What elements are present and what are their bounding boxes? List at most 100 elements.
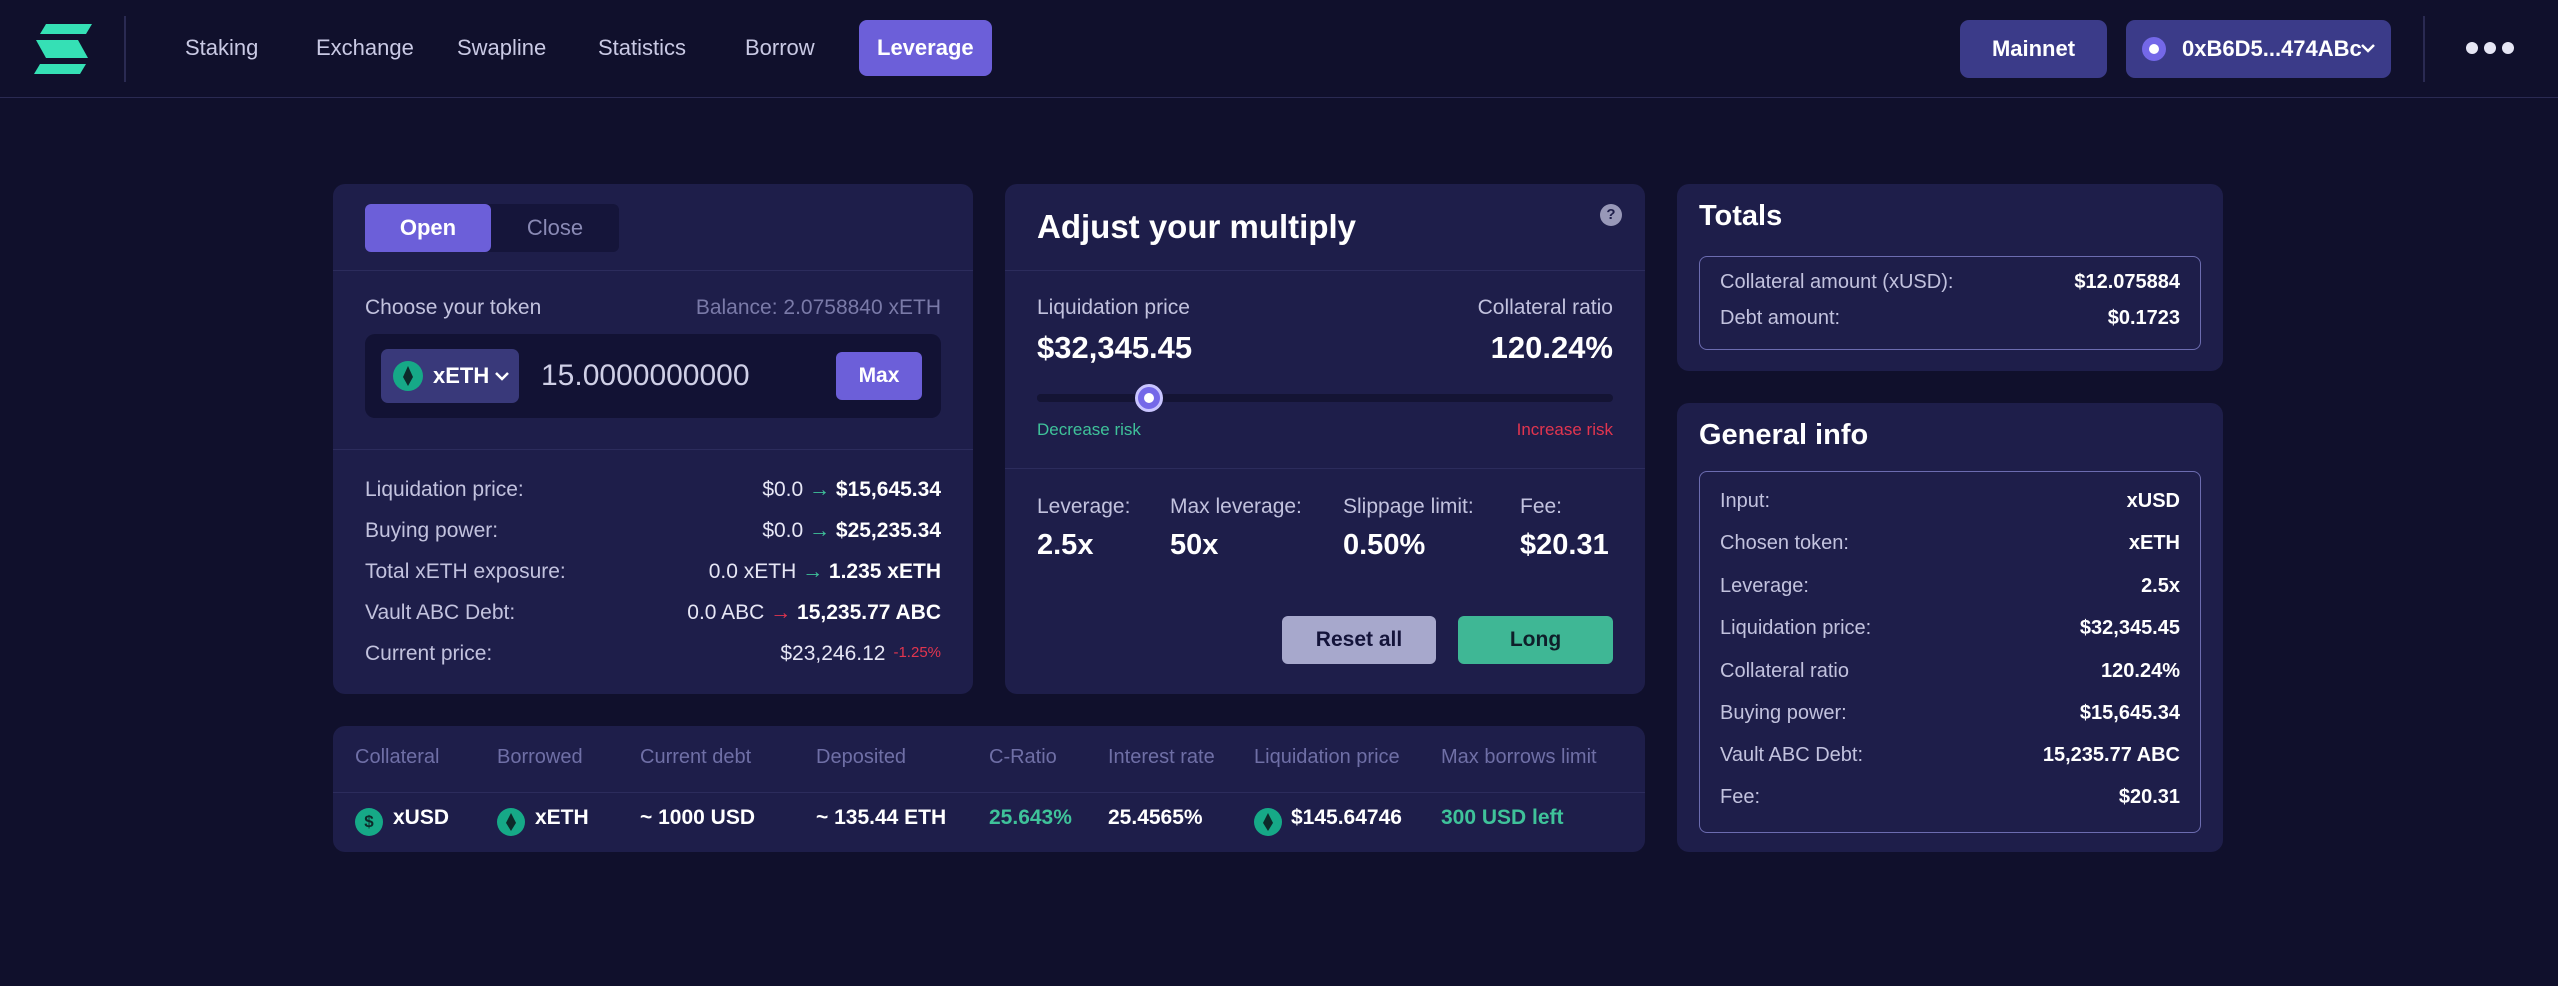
info-value: $0.1723 bbox=[2107, 307, 2180, 329]
choose-token-label: Choose your token bbox=[365, 296, 542, 319]
slippage-limit-label: Slippage limit: bbox=[1343, 495, 1474, 518]
long-button[interactable]: Long bbox=[1458, 616, 1613, 664]
cell-collateral: xUSD bbox=[393, 806, 450, 829]
detail-value: 0.0 ABC → 15,235.77 ABC bbox=[687, 601, 941, 624]
detail-label: Liquidation price: bbox=[365, 478, 524, 501]
nav-divider bbox=[124, 16, 126, 82]
chevron-down-icon bbox=[2361, 44, 2375, 53]
top-navigation: Staking Exchange Swapline Statistics Bor… bbox=[0, 0, 2558, 98]
arrow-right-icon: → bbox=[802, 560, 824, 583]
risk-slider[interactable] bbox=[1037, 384, 1613, 412]
cell-interest-rate: 25.4565% bbox=[1108, 806, 1203, 829]
trade-card: Open Close Choose your token Balance: 2.… bbox=[333, 184, 973, 694]
column-header: Borrowed bbox=[497, 746, 583, 768]
chevron-down-icon bbox=[495, 372, 509, 381]
wallet-button[interactable]: 0xB6D5...474ABc bbox=[2126, 20, 2391, 78]
detail-label: Vault ABC Debt: bbox=[365, 601, 516, 624]
liquidation-price-label: Liquidation price bbox=[1037, 296, 1190, 319]
divider bbox=[333, 270, 973, 271]
fee-value: $20.31 bbox=[1520, 529, 1609, 561]
info-label: Buying power: bbox=[1720, 702, 1847, 724]
totals-card: Totals Collateral amount (xUSD): $12.075… bbox=[1677, 184, 2223, 371]
arrow-right-icon: → bbox=[809, 519, 831, 542]
info-label: Chosen token: bbox=[1720, 532, 1849, 554]
eth-icon bbox=[393, 361, 423, 391]
info-value: xETH bbox=[2128, 532, 2180, 554]
divider bbox=[1005, 270, 1645, 271]
info-label: Collateral amount (xUSD): bbox=[1720, 271, 1954, 293]
reset-all-button[interactable]: Reset all bbox=[1282, 616, 1436, 664]
leverage-value: 2.5x bbox=[1037, 529, 1094, 561]
nav-link-statistics[interactable]: Statistics bbox=[580, 20, 704, 76]
divider bbox=[333, 792, 1645, 793]
eth-icon bbox=[497, 808, 525, 836]
collateral-ratio-value: 120.24% bbox=[1490, 330, 1613, 365]
column-header: C-Ratio bbox=[989, 746, 1057, 768]
token-select[interactable]: xETH bbox=[381, 349, 519, 403]
price-change-badge: -1.25% bbox=[893, 644, 941, 661]
detail-value: 0.0 xETH → 1.235 xETH bbox=[708, 560, 941, 583]
arrow-right-icon: → bbox=[809, 478, 831, 501]
amount-input[interactable] bbox=[541, 349, 831, 403]
slider-handle[interactable] bbox=[1135, 384, 1164, 412]
info-label: Leverage: bbox=[1720, 575, 1809, 597]
info-value: $12.075884 bbox=[2074, 271, 2180, 293]
info-value: xUSD bbox=[2126, 490, 2180, 512]
more-dots-icon[interactable] bbox=[2466, 36, 2514, 60]
tab-close[interactable]: Close bbox=[491, 204, 619, 252]
general-info-card: General info Input: xUSD Chosen token: x… bbox=[1677, 403, 2223, 852]
increase-risk-label: Increase risk bbox=[1516, 420, 1613, 439]
cell-current-debt: ~ 1000 USD bbox=[640, 806, 755, 829]
info-value: $15,645.34 bbox=[2079, 702, 2180, 724]
network-button[interactable]: Mainnet bbox=[1960, 20, 2107, 78]
max-leverage-label: Max leverage: bbox=[1170, 495, 1302, 518]
fee-label: Fee: bbox=[1520, 495, 1563, 518]
logo-icon[interactable] bbox=[32, 22, 94, 76]
column-header: Max borrows limit bbox=[1441, 746, 1597, 768]
info-value: $32,345.45 bbox=[2079, 617, 2180, 639]
general-info-title: General info bbox=[1699, 419, 1869, 451]
nav-divider bbox=[2423, 16, 2425, 82]
positions-table: Collateral Borrowed Current debt Deposit… bbox=[333, 726, 1645, 852]
decrease-risk-label: Decrease risk bbox=[1037, 420, 1141, 439]
info-label: Debt amount: bbox=[1720, 307, 1841, 329]
leverage-label: Leverage: bbox=[1037, 495, 1131, 518]
nav-link-borrow[interactable]: Borrow bbox=[727, 20, 833, 76]
info-label: Input: bbox=[1720, 490, 1771, 512]
cell-max-borrows: 300 USD left bbox=[1441, 806, 1564, 829]
column-header: Deposited bbox=[816, 746, 907, 768]
open-close-toggle: Open Close bbox=[365, 204, 619, 252]
nav-link-swapline[interactable]: Swapline bbox=[439, 20, 564, 76]
balance-text: Balance: 2.0758840 xETH bbox=[695, 296, 941, 319]
token-input-box: xETH Max bbox=[365, 334, 941, 418]
general-info-box: Input: xUSD Chosen token: xETH Leverage:… bbox=[1699, 471, 2201, 833]
cell-c-ratio: 25.643% bbox=[989, 806, 1072, 829]
current-price-value: $23,246.12 -1.25% bbox=[780, 642, 941, 665]
tab-open[interactable]: Open bbox=[365, 204, 491, 252]
detail-value: $0.0 → $15,645.34 bbox=[762, 478, 941, 501]
divider bbox=[333, 449, 973, 450]
current-price-label: Current price: bbox=[365, 642, 493, 665]
divider bbox=[1005, 468, 1645, 469]
wallet-avatar-icon bbox=[2142, 37, 2166, 61]
totals-box: Collateral amount (xUSD): $12.075884 Deb… bbox=[1699, 256, 2201, 350]
detail-value: $0.0 → $25,235.34 bbox=[762, 519, 941, 542]
info-value: 2.5x bbox=[2141, 575, 2180, 597]
cell-deposited: ~ 135.44 ETH bbox=[816, 806, 947, 829]
nav-link-exchange[interactable]: Exchange bbox=[298, 20, 432, 76]
usd-coin-icon: $ bbox=[355, 808, 383, 836]
column-header: Interest rate bbox=[1108, 746, 1215, 768]
multiply-title: Adjust your multiply bbox=[1037, 208, 1357, 245]
question-icon[interactable]: ? bbox=[1600, 204, 1622, 226]
max-leverage-value: 50x bbox=[1170, 529, 1219, 561]
info-label: Fee: bbox=[1720, 786, 1761, 808]
liquidation-price-value: $32,345.45 bbox=[1037, 330, 1193, 365]
nav-link-leverage[interactable]: Leverage bbox=[859, 20, 992, 76]
nav-link-staking[interactable]: Staking bbox=[167, 20, 276, 76]
info-value: 15,235.77 ABC bbox=[2042, 744, 2180, 766]
arrow-right-icon: → bbox=[770, 601, 792, 624]
info-label: Liquidation price: bbox=[1720, 617, 1872, 639]
slippage-limit-value: 0.50% bbox=[1343, 529, 1426, 561]
info-label: Collateral ratio bbox=[1720, 660, 1849, 682]
max-button[interactable]: Max bbox=[836, 352, 922, 400]
